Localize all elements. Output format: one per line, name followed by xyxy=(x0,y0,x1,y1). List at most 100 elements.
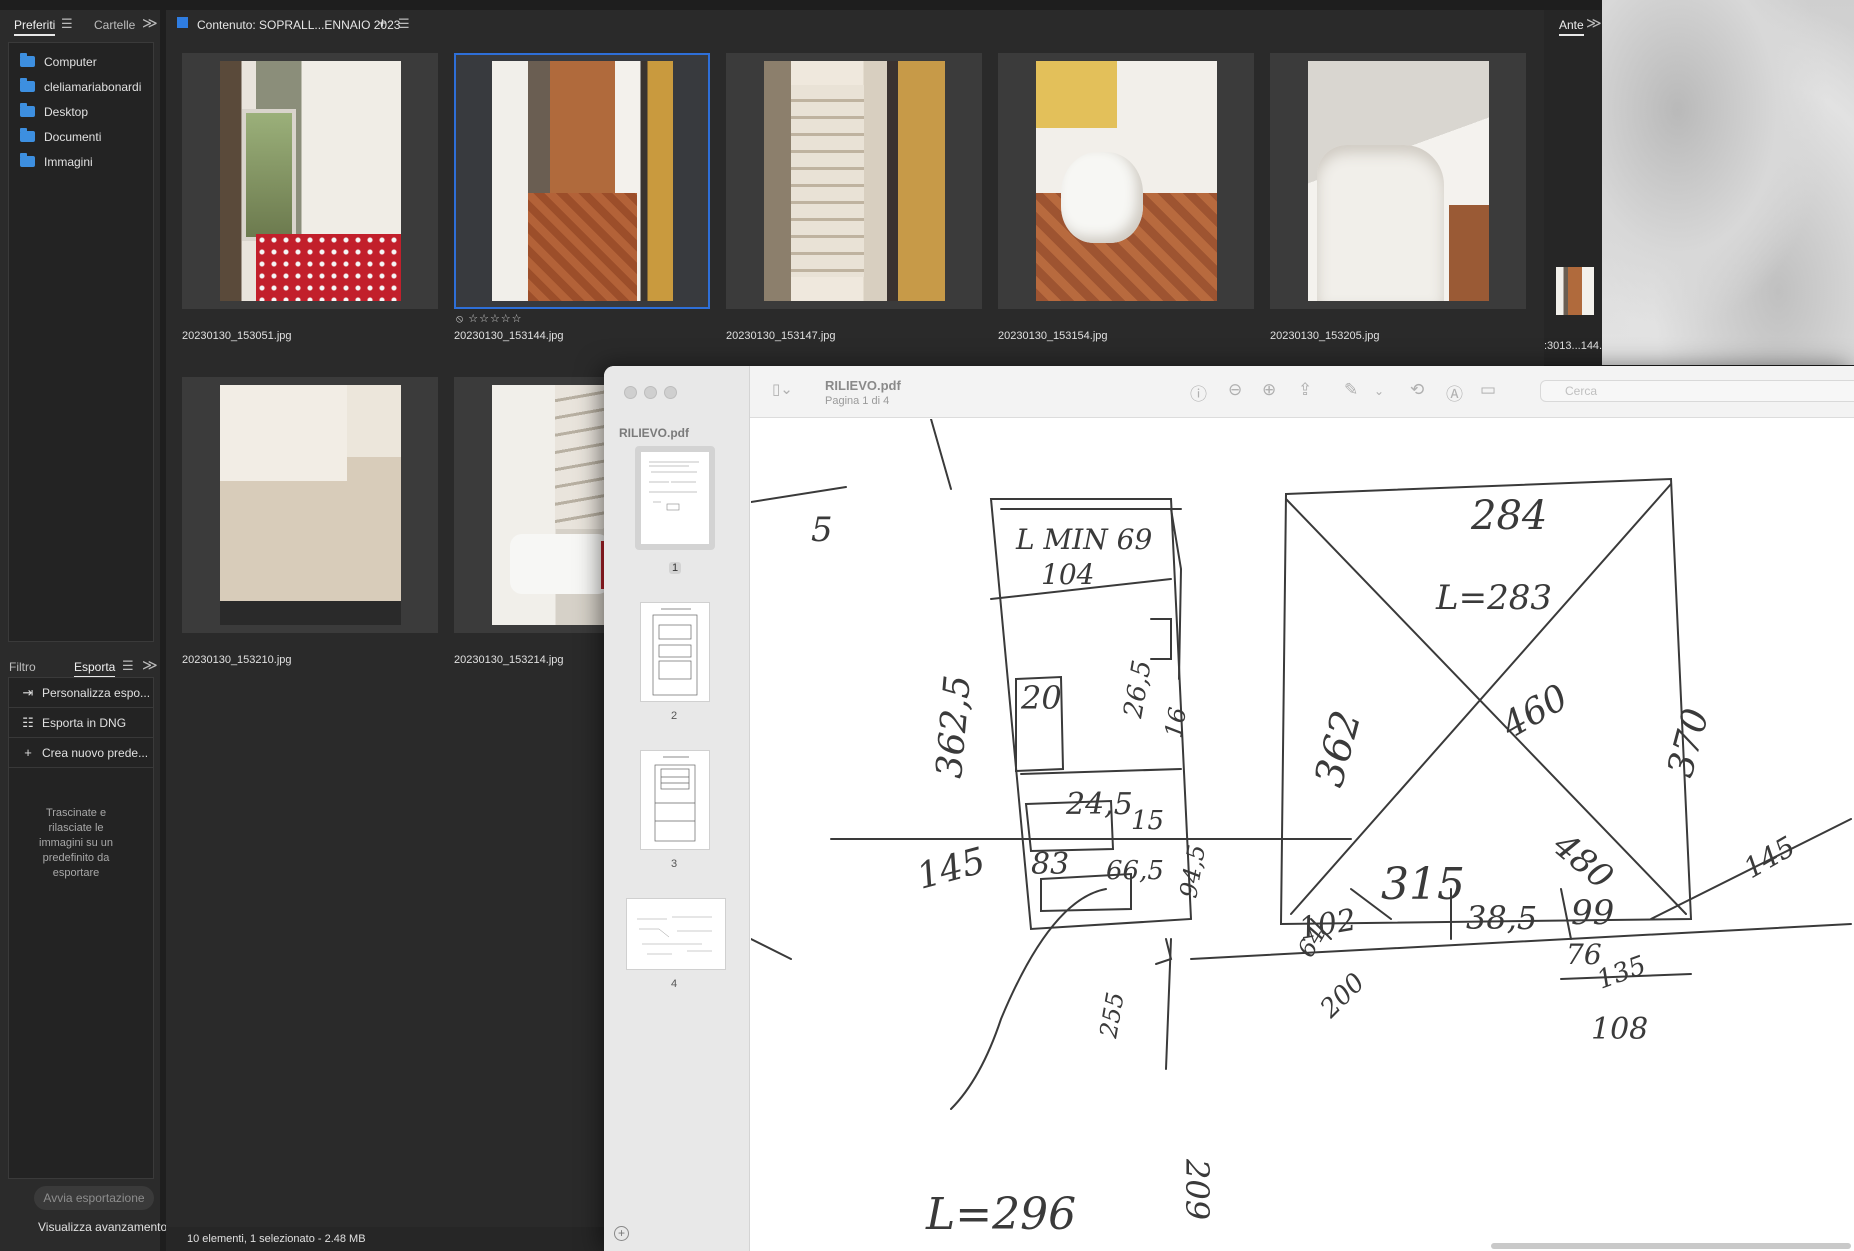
preview-image xyxy=(1556,267,1594,315)
view-progress-link[interactable]: Visualizza avanzamento xyxy=(38,1220,167,1234)
tab-folders[interactable]: Cartelle xyxy=(94,18,135,32)
form-fill-icon[interactable]: ▭ xyxy=(1480,380,1496,400)
favorite-pictures[interactable]: Immagini xyxy=(9,149,153,174)
sketch-note: 5 xyxy=(811,510,833,550)
folder-icon xyxy=(20,128,35,142)
favorite-computer[interactable]: Computer xyxy=(9,49,153,74)
favorite-label: Documenti xyxy=(44,129,102,144)
content-title: Contenuto: SOPRALL...ENNAIO 2023 xyxy=(197,18,401,32)
thumbnail[interactable] xyxy=(726,53,982,309)
export-item-label: Esporta in DNG xyxy=(42,715,127,730)
preview-window: RILIEVO.pdf 1 2 3 4 + ▯⌄ RILIEVO.pdf Pag… xyxy=(604,366,1854,1251)
thumbnail[interactable] xyxy=(182,53,438,309)
thumbnail[interactable] xyxy=(1270,53,1526,309)
sketch-note: 20 xyxy=(1020,679,1062,717)
preview-filename: :3013...144. xyxy=(1544,340,1603,352)
content-menu-icon[interactable]: ☰ xyxy=(398,16,410,32)
photo-image xyxy=(1036,61,1217,301)
sketch-note: 16 xyxy=(1159,705,1192,740)
thumbnail-filename: 20230130_153214.jpg xyxy=(454,654,564,666)
page-thumbnail-4[interactable] xyxy=(626,898,726,970)
photo-image xyxy=(220,385,401,625)
page-number: 4 xyxy=(671,978,678,990)
create-preset-item[interactable]: + Crea nuovo prede... xyxy=(9,738,153,768)
add-tab-icon[interactable]: + xyxy=(378,15,387,32)
sketch-note: 24,5 xyxy=(1065,787,1133,822)
folder-icon xyxy=(20,153,35,167)
sketch-note: 104 xyxy=(1041,558,1094,591)
favorite-desktop[interactable]: Desktop xyxy=(9,99,153,124)
export-menu-icon[interactable]: ☰ xyxy=(122,658,134,674)
thumbnail-filename: 20230130_153154.jpg xyxy=(998,330,1108,342)
rating-stars[interactable]: ⦸ ☆☆☆☆☆ xyxy=(456,312,523,326)
add-page-icon[interactable]: + xyxy=(614,1226,629,1241)
expand-icon[interactable]: ≫ xyxy=(1586,14,1602,32)
tab-export[interactable]: Esporta xyxy=(74,660,116,678)
sketch-note: 255 xyxy=(1094,990,1130,1041)
favorite-documents[interactable]: Documenti xyxy=(9,124,153,149)
page-thumbnail-3[interactable] xyxy=(640,750,710,850)
share-icon[interactable]: ⇪ xyxy=(1298,380,1312,400)
photo-image xyxy=(492,61,673,301)
thumbnail-filename: 20230130_153051.jpg xyxy=(182,330,292,342)
close-window-button[interactable] xyxy=(624,386,637,399)
sidebar-title: RILIEVO.pdf xyxy=(619,426,689,440)
zoom-out-icon[interactable]: ⊖ xyxy=(1228,380,1242,400)
export-item-label: Crea nuovo prede... xyxy=(42,745,149,760)
zoom-window-button[interactable] xyxy=(664,386,677,399)
rotate-icon[interactable]: ⟲ xyxy=(1410,380,1424,400)
horizontal-scrollbar[interactable] xyxy=(1491,1243,1851,1249)
thumbnail-filename: 20230130_153210.jpg xyxy=(182,654,292,666)
page-number: 1 xyxy=(669,562,682,574)
info-icon[interactable]: ⓘ xyxy=(1190,380,1207,405)
thumbnail-filename: 20230130_153147.jpg xyxy=(726,330,836,342)
photo-image xyxy=(1308,61,1489,301)
sketch-note: 209 xyxy=(1178,1158,1216,1220)
document-page[interactable]: 5 L MIN 69 104 284 L=283 362,5 20 26,5 1… xyxy=(751,419,1854,1251)
favorite-label: Computer xyxy=(44,54,97,69)
document-page-info: Pagina 1 di 4 xyxy=(825,395,890,407)
favorite-user[interactable]: cleliamariabonardi xyxy=(9,74,153,99)
export-presets: ⇥ Personalizza espo... ☷ Esporta in DNG + C… xyxy=(8,677,154,1179)
export-dng-item[interactable]: ☷ Esporta in DNG xyxy=(9,708,153,738)
favorite-label: cleliamariabonardi xyxy=(44,79,142,94)
expand-icon[interactable]: ≫ xyxy=(142,656,158,674)
folder-icon xyxy=(20,103,35,117)
page-sketch xyxy=(654,756,696,842)
tab-preview[interactable]: Ante xyxy=(1559,18,1584,36)
sketch-note: 135 xyxy=(1593,950,1650,995)
expand-icon[interactable]: ≫ xyxy=(142,14,158,32)
export-custom-item[interactable]: ⇥ Personalizza espo... xyxy=(9,678,153,708)
tab-favorites[interactable]: Preferiti xyxy=(14,18,56,36)
zoom-in-icon[interactable]: ⊕ xyxy=(1262,380,1276,400)
tab-filter[interactable]: Filtro xyxy=(9,660,36,674)
start-export-button[interactable]: Avvia esportazione xyxy=(34,1186,154,1210)
thumbnail[interactable] xyxy=(998,53,1254,309)
search-input[interactable]: Cerca xyxy=(1540,380,1854,402)
export-tabs: Filtro Esporta ☰ ≫ xyxy=(0,652,160,680)
sketch-note: 460 xyxy=(1494,677,1575,747)
sketch-note: 38,5 xyxy=(1466,899,1537,937)
page-sketch xyxy=(649,461,699,511)
page-thumbnail-1[interactable] xyxy=(635,446,715,550)
thumbnail[interactable] xyxy=(182,377,438,633)
page-sketch xyxy=(652,608,698,696)
minimize-window-button[interactable] xyxy=(644,386,657,399)
export-section: Filtro Esporta ☰ ≫ xyxy=(0,652,160,680)
page-sketch xyxy=(637,916,712,955)
sketch-note: 26,5 xyxy=(1118,658,1158,721)
sketch-note: 94,5 xyxy=(1174,843,1211,900)
thumbnail-sidebar: RILIEVO.pdf 1 2 3 4 + xyxy=(604,366,750,1251)
annotate-icon[interactable]: Ⓐ xyxy=(1446,380,1463,405)
sketch-note: 200 xyxy=(1314,968,1371,1025)
favorites-tabs: Preferiti ☰ Cartelle ≫ xyxy=(0,10,160,38)
markup-pen-icon[interactable]: ✎ xyxy=(1344,380,1358,400)
thumbnail-filename: 20230130_153144.jpg xyxy=(454,330,564,342)
document-title: RILIEVO.pdf xyxy=(825,378,901,393)
thumbnail-selected[interactable] xyxy=(454,53,710,309)
chevron-down-icon[interactable]: ⌄ xyxy=(1374,384,1384,398)
photo-image xyxy=(220,61,401,301)
favorites-menu-icon[interactable]: ☰ xyxy=(61,16,73,32)
page-thumbnail-2[interactable] xyxy=(640,602,710,702)
sidebar-toggle-icon[interactable]: ▯⌄ xyxy=(772,380,793,398)
